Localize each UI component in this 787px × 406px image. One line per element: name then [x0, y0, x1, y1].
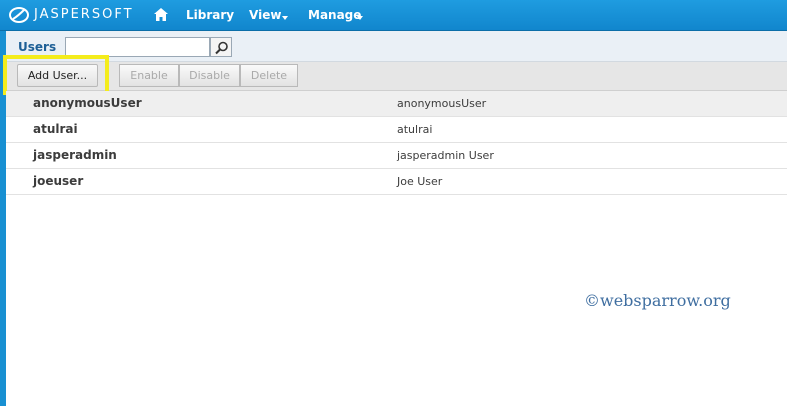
table-row[interactable]: jasperadmin jasperadmin User: [6, 143, 787, 169]
page-title: Users: [18, 40, 57, 54]
username[interactable]: anonymousUser: [33, 96, 142, 110]
user-full-name: atulrai: [397, 123, 433, 136]
search-button[interactable]: [210, 37, 232, 57]
user-full-name: Joe User: [397, 175, 443, 188]
logo-text: JASPERSOFT: [34, 7, 134, 22]
add-user-highlight: [3, 55, 109, 95]
nav-library[interactable]: Library: [186, 8, 234, 22]
top-navigation-bar: JASPERSOFT Library View Manage: [0, 0, 787, 31]
user-full-name: anonymousUser: [397, 97, 487, 110]
user-full-name: jasperadmin User: [397, 149, 494, 162]
disable-button[interactable]: Disable: [179, 64, 240, 87]
username[interactable]: atulrai: [33, 122, 78, 136]
table-row[interactable]: atulrai atulrai: [6, 117, 787, 143]
username[interactable]: jasperadmin: [33, 148, 117, 162]
watermark: ©websparrow.org: [584, 291, 731, 310]
chevron-down-icon: [282, 16, 288, 20]
home-icon[interactable]: [154, 8, 168, 21]
table-row[interactable]: anonymousUser anonymousUser: [6, 91, 787, 117]
username[interactable]: joeuser: [33, 174, 83, 188]
jaspersoft-logo-icon[interactable]: [8, 6, 30, 24]
nav-view[interactable]: View: [249, 8, 281, 22]
chevron-down-icon: [357, 16, 363, 20]
search-input[interactable]: [65, 37, 210, 57]
table-row[interactable]: joeuser Joe User: [6, 169, 787, 195]
user-actions-toolbar: Add User... Enable Disable Delete: [6, 62, 787, 91]
search-icon: [215, 41, 228, 55]
enable-button[interactable]: Enable: [119, 64, 179, 87]
nav-manage[interactable]: Manage: [308, 8, 361, 22]
delete-button[interactable]: Delete: [240, 64, 298, 87]
users-search-bar: Users: [6, 31, 787, 62]
